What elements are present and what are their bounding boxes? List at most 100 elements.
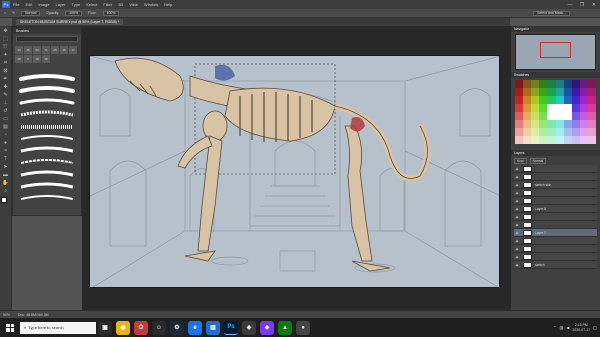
gradient-tool-icon[interactable]: ▤ (2, 124, 10, 130)
color-swatch[interactable] (539, 128, 548, 136)
notification-icon[interactable]: ▢ (593, 325, 597, 330)
color-swatch[interactable] (555, 88, 564, 96)
navigator-view-box[interactable] (539, 42, 572, 58)
layer-row[interactable]: ◉ (514, 221, 597, 229)
color-swatch[interactable] (579, 104, 588, 112)
taskbar-search[interactable]: ⌕ Type here to search (20, 321, 96, 334)
brush-preset[interactable]: 25 (51, 46, 59, 54)
color-swatch[interactable] (539, 112, 548, 120)
color-swatch[interactable] (555, 120, 564, 128)
color-swatch[interactable] (531, 120, 540, 128)
opacity-field[interactable]: 100% (65, 10, 83, 16)
brush-preset[interactable]: 18 (15, 55, 23, 63)
color-swatch[interactable] (579, 96, 588, 104)
color-swatch[interactable] (523, 112, 532, 120)
color-swatch[interactable] (531, 88, 540, 96)
color-swatch[interactable] (547, 120, 556, 128)
color-swatch[interactable] (555, 80, 564, 88)
color-swatch[interactable] (539, 120, 548, 128)
color-swatch[interactable] (515, 136, 524, 144)
eye-icon[interactable]: ◉ (514, 223, 520, 227)
layer-row[interactable]: ◉ (514, 173, 597, 181)
brush-tool-icon[interactable]: ✎ (2, 92, 10, 98)
layer-row[interactable]: ◉ Layer 8 (514, 205, 597, 213)
eye-icon[interactable]: ◉ (514, 255, 520, 259)
menu-3d[interactable]: 3D (118, 2, 123, 7)
color-swatch[interactable] (531, 96, 540, 104)
color-swatch[interactable] (587, 112, 596, 120)
app-icon[interactable]: ◆ (242, 320, 256, 335)
color-swatch[interactable] (515, 80, 524, 88)
brush-preset[interactable]: 17 (69, 46, 77, 54)
brush-preset[interactable]: 13 (15, 46, 23, 54)
color-swatch[interactable] (523, 136, 532, 144)
color-swatch[interactable] (579, 136, 588, 144)
folder-icon[interactable]: ▤ (206, 320, 220, 335)
move-tool-icon[interactable]: ✥ (2, 28, 10, 34)
color-swatch[interactable] (539, 104, 548, 112)
layer-row[interactable]: ◉ (514, 189, 597, 197)
layer-kind-filter[interactable]: Kind (514, 157, 527, 164)
layer-row[interactable]: ◉ (514, 237, 597, 245)
color-swatch[interactable] (571, 128, 580, 136)
color-swatch[interactable] (555, 136, 564, 144)
layer-row[interactable]: ◉ (514, 253, 597, 261)
task-view-icon[interactable]: ▣ (98, 320, 112, 335)
select-and-mask-button[interactable]: Select and Mask... (533, 10, 570, 16)
brush-preset[interactable]: 10 (33, 55, 41, 63)
shape-tool-icon[interactable]: ▬ (2, 172, 10, 178)
menu-window[interactable]: Window (144, 2, 158, 7)
color-swatch[interactable] (531, 136, 540, 144)
color-swatch[interactable] (571, 80, 580, 88)
color-swatch[interactable] (587, 96, 596, 104)
minimize-button[interactable]: — (564, 2, 576, 8)
brush-preset[interactable]: 25 (24, 46, 32, 54)
eye-icon[interactable]: ◉ (514, 215, 520, 219)
layer-row[interactable]: ◉ sketch skin (514, 181, 597, 189)
color-swatches[interactable] (1, 197, 10, 206)
document-tab[interactable]: SKELETON MUSEUM SURREY.psd @ 50% (Layer … (16, 19, 124, 25)
menu-filter[interactable]: Filter (103, 2, 112, 7)
zoom-tool-icon[interactable]: ⌕ (2, 188, 10, 194)
menu-image[interactable]: Image (38, 2, 49, 7)
menu-edit[interactable]: Edit (25, 2, 32, 7)
discord-icon[interactable]: ☺ (152, 320, 166, 335)
color-swatch[interactable] (563, 88, 572, 96)
color-swatch[interactable] (547, 80, 556, 88)
menu-select[interactable]: Select (86, 2, 97, 7)
lasso-tool-icon[interactable]: ➰ (2, 44, 10, 50)
color-swatch[interactable] (563, 96, 572, 104)
flow-field[interactable]: 100% (102, 10, 120, 16)
color-swatch[interactable] (579, 88, 588, 96)
color-swatch[interactable] (587, 128, 596, 136)
eye-icon[interactable]: ◉ (514, 175, 520, 179)
layer-row[interactable]: ◉ (514, 245, 597, 253)
eye-icon[interactable]: ◉ (514, 207, 520, 211)
menu-layer[interactable]: Layer (55, 2, 65, 7)
menu-file[interactable]: File (13, 2, 19, 7)
color-swatch-grid[interactable] (515, 80, 596, 144)
color-swatch[interactable] (555, 112, 564, 120)
color-swatch[interactable] (555, 104, 564, 112)
color-swatch[interactable] (579, 80, 588, 88)
maximize-button[interactable]: ❐ (576, 2, 588, 8)
color-swatch[interactable] (539, 96, 548, 104)
color-swatch[interactable] (579, 128, 588, 136)
color-swatch[interactable] (523, 96, 532, 104)
color-swatch[interactable] (531, 80, 540, 88)
steam-icon[interactable]: ⚙ (170, 320, 184, 335)
crop-tool-icon[interactable]: ⌗ (2, 60, 10, 66)
brush-preset[interactable]: 18 (42, 55, 50, 63)
layer-row[interactable]: ◉ sketch (514, 261, 597, 269)
home-icon[interactable]: ⌂ (4, 11, 6, 15)
color-swatch[interactable] (571, 104, 580, 112)
clock[interactable]: 2:15 PM 2020-07-17 (572, 323, 590, 332)
brush-size-slider[interactable] (16, 36, 78, 42)
quick-select-icon[interactable]: ✦ (2, 52, 10, 58)
color-swatch[interactable] (563, 112, 572, 120)
layer-blend-mode[interactable]: Normal (529, 157, 547, 164)
color-swatch[interactable] (523, 88, 532, 96)
color-swatch[interactable] (523, 104, 532, 112)
blur-tool-icon[interactable]: ◔ (2, 132, 10, 138)
color-swatch[interactable] (563, 80, 572, 88)
